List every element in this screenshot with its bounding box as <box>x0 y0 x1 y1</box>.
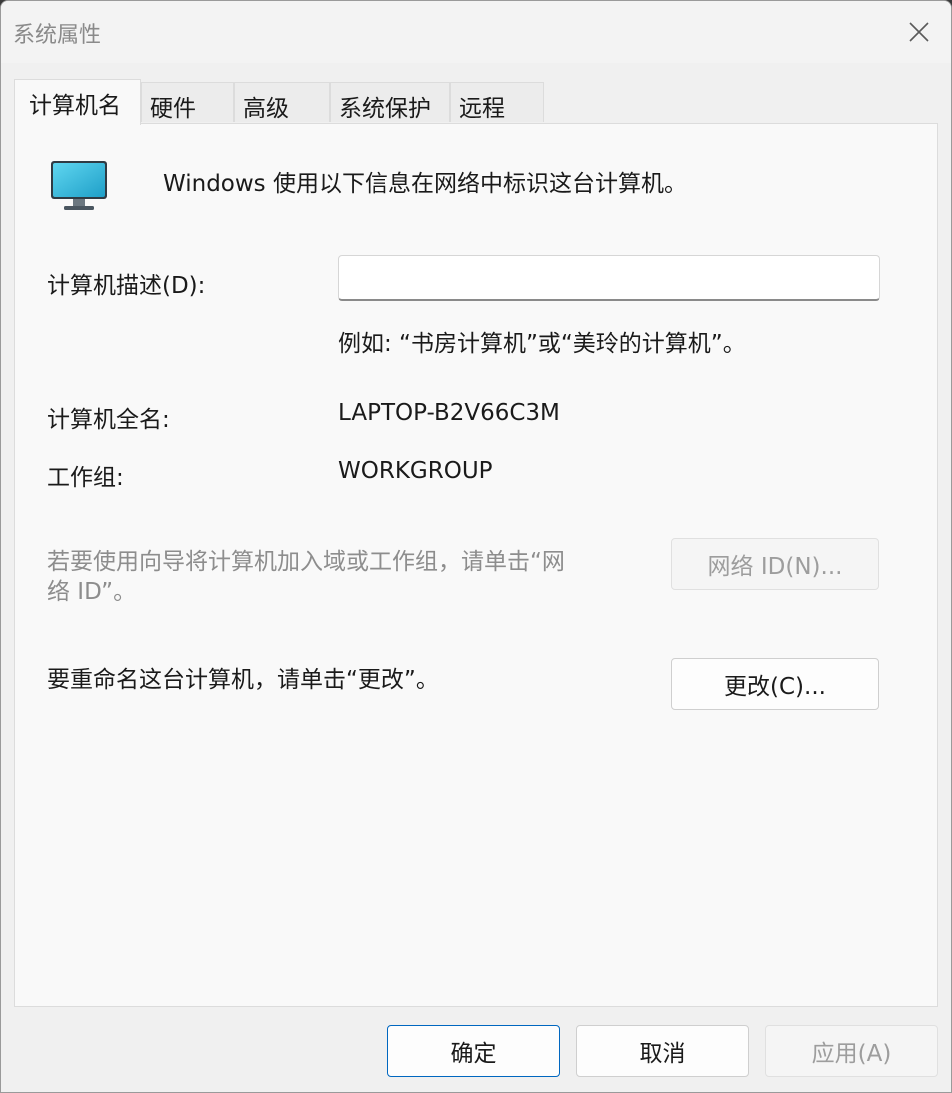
ok-button-label: 确定 <box>450 1041 497 1067</box>
system-properties-window: 系统属性 计算机名 硬件 高级 系统保护 远程 Windows 使用以下信息在网… <box>0 0 952 1093</box>
tab-remote[interactable]: 远程 <box>450 82 544 122</box>
network-id-instructions-line2: 络 ID”。 <box>47 579 137 605</box>
tab-label: 硬件 <box>150 96 196 122</box>
tab-label: 远程 <box>459 96 505 122</box>
cancel-button-label: 取消 <box>639 1041 686 1067</box>
tab-label: 系统保护 <box>339 96 431 122</box>
change-button-label: 更改(C)... <box>724 674 826 700</box>
network-id-instructions-line1: 若要使用向导将计算机加入域或工作组，请单击“网 <box>47 549 565 575</box>
change-button[interactable]: 更改(C)... <box>671 658 879 710</box>
apply-button-label: 应用(A) <box>811 1041 892 1067</box>
title-bar[interactable]: 系统属性 <box>1 1 951 63</box>
tab-computer-name[interactable]: 计算机名 <box>14 79 141 125</box>
workgroup-value: WORKGROUP <box>338 458 493 484</box>
full-name-value: LAPTOP-B2V66C3M <box>338 400 560 426</box>
close-icon <box>909 22 929 42</box>
close-button[interactable] <box>887 1 951 63</box>
tab-label: 计算机名 <box>29 93 121 119</box>
computer-name-panel: Windows 使用以下信息在网络中标识这台计算机。 计算机描述(D): 例如:… <box>14 123 938 1007</box>
dialog-footer: 确定 取消 应用(A) <box>1 1008 951 1092</box>
network-id-button[interactable]: 网络 ID(N)... <box>671 538 879 590</box>
description-label: 计算机描述(D): <box>47 273 206 299</box>
tab-hardware[interactable]: 硬件 <box>141 82 234 122</box>
full-name-label: 计算机全名: <box>47 407 170 433</box>
description-example: 例如: “书房计算机”或“美玲的计算机”。 <box>338 331 746 357</box>
ok-button[interactable]: 确定 <box>387 1025 560 1077</box>
workgroup-label: 工作组: <box>47 465 124 491</box>
cancel-button[interactable]: 取消 <box>576 1025 749 1077</box>
monitor-icon <box>51 161 107 210</box>
window-title: 系统属性 <box>13 23 102 48</box>
tab-system-protection[interactable]: 系统保护 <box>330 82 450 122</box>
intro-text: Windows 使用以下信息在网络中标识这台计算机。 <box>163 171 687 197</box>
description-input[interactable] <box>338 255 880 301</box>
rename-instructions: 要重命名这台计算机，请单击“更改”。 <box>47 667 439 693</box>
apply-button[interactable]: 应用(A) <box>765 1025 938 1077</box>
tab-label: 高级 <box>243 96 289 122</box>
network-id-button-label: 网络 ID(N)... <box>707 554 843 580</box>
tab-advanced[interactable]: 高级 <box>234 82 330 122</box>
